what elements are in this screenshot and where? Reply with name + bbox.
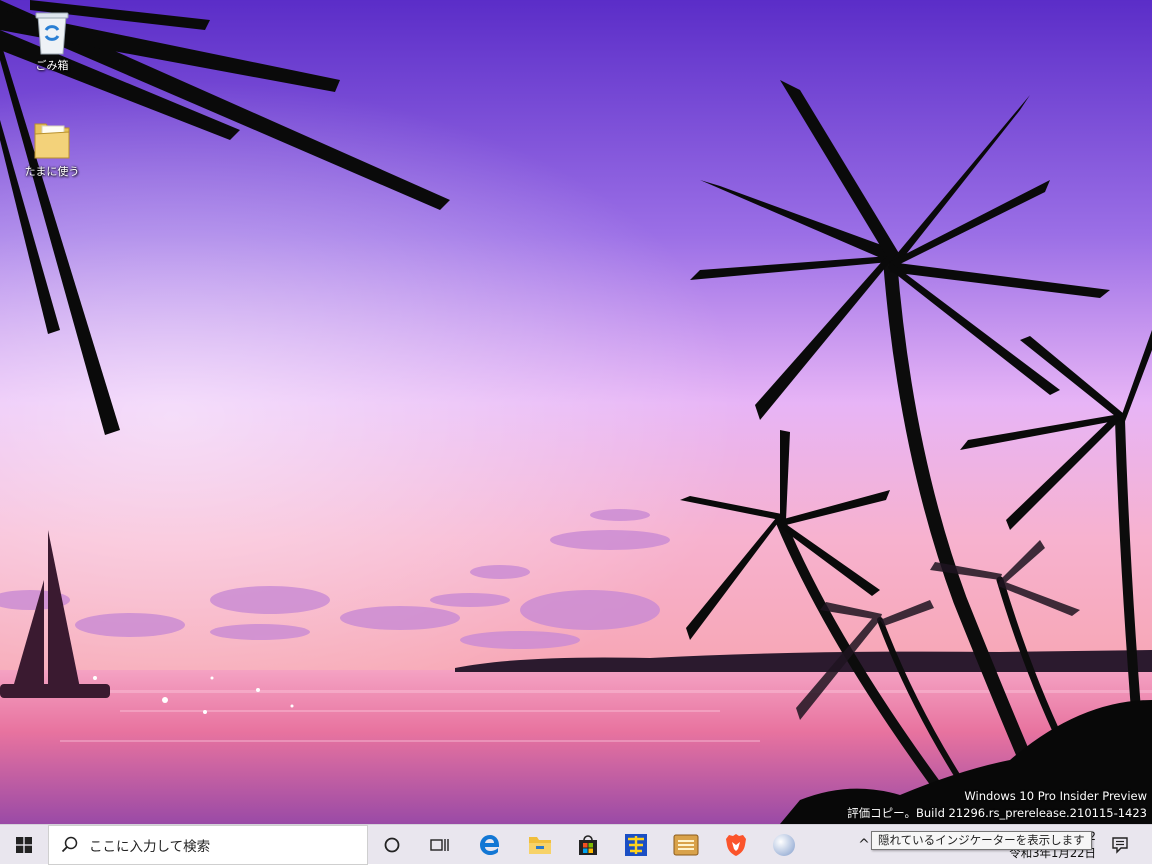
edge-button[interactable] xyxy=(468,825,512,865)
app-button[interactable] xyxy=(664,825,708,865)
desktop-icon-label: たまに使う xyxy=(24,165,80,178)
store-button[interactable] xyxy=(566,825,610,865)
file-explorer-icon xyxy=(529,837,551,854)
store-icon xyxy=(579,835,597,855)
recycle-bin-icon xyxy=(35,12,69,55)
app-icon xyxy=(673,834,699,856)
windows-logo-icon xyxy=(16,837,32,853)
hidemaru-icon xyxy=(625,834,647,856)
hidemaru-button[interactable] xyxy=(614,825,658,865)
action-center-button[interactable] xyxy=(1100,825,1140,865)
chevron-up-icon: ^ xyxy=(858,837,870,853)
wallpaper xyxy=(0,0,1152,824)
cortana-button[interactable] xyxy=(370,825,414,865)
cortana-icon xyxy=(384,837,400,853)
edge-icon xyxy=(480,835,499,855)
desktop-icon-label: ごみ箱 xyxy=(35,59,69,72)
sphere-app-button[interactable] xyxy=(762,825,806,865)
watermark-line-1: Windows 10 Pro Insider Preview xyxy=(964,789,1147,803)
tray-tooltip: 隠れているインジケーターを表示します xyxy=(871,831,1092,850)
task-view-icon xyxy=(430,839,449,851)
desktop[interactable]: ごみ箱 たまに使う Windows 10 Pro Insider Preview… xyxy=(0,0,1152,824)
search-placeholder: ここに入力して検索 xyxy=(89,839,211,855)
start-button[interactable] xyxy=(0,825,48,865)
brave-icon xyxy=(726,834,746,856)
task-view-button[interactable] xyxy=(418,825,462,865)
desktop-icon-folder[interactable]: たまに使う xyxy=(14,114,90,179)
desktop-icon-recycle-bin[interactable]: ごみ箱 xyxy=(14,8,90,73)
search-icon xyxy=(61,836,78,853)
notification-icon xyxy=(1112,837,1128,854)
folder-icon xyxy=(34,123,70,159)
watermark-line-2: 評価コピー。Build 21296.rs_prerelease.210115-1… xyxy=(847,806,1147,820)
sphere-icon xyxy=(773,834,795,856)
build-watermark: Windows 10 Pro Insider Preview 評価コピー。Bui… xyxy=(847,788,1147,822)
search-input[interactable]: ここに入力して検索 xyxy=(48,825,368,865)
brave-button[interactable] xyxy=(714,825,758,865)
file-explorer-button[interactable] xyxy=(518,825,562,865)
